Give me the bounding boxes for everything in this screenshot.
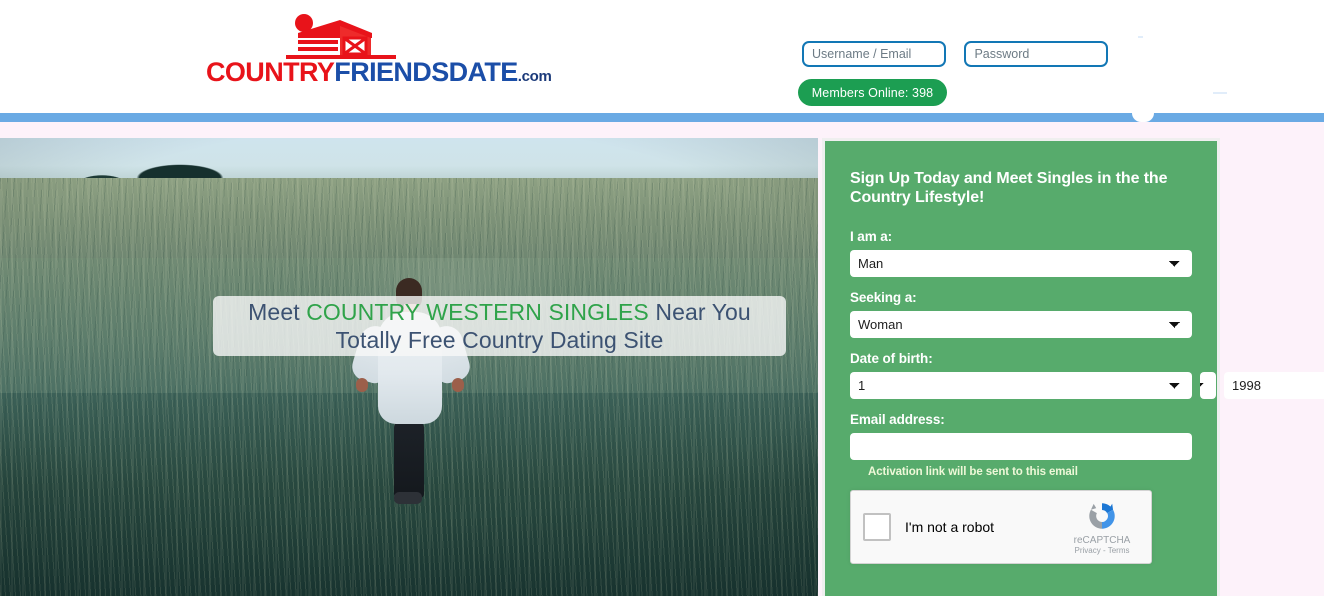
hero-photo <box>0 138 818 596</box>
logo-friendsdate-text: FRIENDSDATE <box>334 57 518 87</box>
date-of-birth-row: 1 January 1998 <box>850 372 1324 399</box>
logo-com-text: .com <box>517 68 552 85</box>
dob-year-select[interactable]: 1998 <box>1224 372 1324 399</box>
members-online-badge[interactable]: Members Online: 398 <box>798 79 947 106</box>
recaptcha-brand-text: reCAPTCHA <box>1073 535 1131 546</box>
recaptcha-checkbox[interactable] <box>863 513 891 541</box>
hero-headline-overlay: Meet COUNTRY WESTERN SINGLES Near You To… <box>213 296 786 356</box>
dob-month-select[interactable]: January <box>1200 372 1216 399</box>
email-input[interactable] <box>850 433 1192 460</box>
signup-title: Sign Up Today and Meet Singles in the th… <box>850 170 1168 206</box>
seeking-a-select[interactable]: Woman <box>850 311 1192 338</box>
hero-section: Meet COUNTRY WESTERN SINGLES Near You To… <box>0 138 818 596</box>
recaptcha-widget[interactable]: I'm not a robot reCAPTCHA Privacy - Term… <box>850 490 1152 564</box>
hero-headline-suffix: Near You <box>648 299 751 325</box>
login-row <box>802 41 1109 67</box>
i-am-a-label: I am a: <box>850 229 893 244</box>
i-am-a-select[interactable]: Man <box>850 250 1192 277</box>
hero-headline-emphasis: COUNTRY WESTERN SINGLES <box>306 299 649 325</box>
logo-wordmark: COUNTRYFRIENDSDATE.com <box>206 57 552 92</box>
hero-subheadline: Totally Free Country Dating Site <box>335 327 664 353</box>
header-divider-bar <box>0 113 1324 122</box>
members-online-label: Members Online: 398 <box>811 85 934 100</box>
recaptcha-label: I'm not a robot <box>905 519 995 535</box>
seeking-a-label: Seeking a: <box>850 290 917 305</box>
recaptcha-branding: reCAPTCHA Privacy - Terms <box>1062 499 1142 556</box>
signup-panel: Sign Up Today and Meet Singles in the th… <box>822 138 1324 596</box>
barn-logo-icon <box>286 14 396 59</box>
hero-headline: Meet COUNTRY WESTERN SINGLES Near You <box>248 298 751 326</box>
hero-vignette <box>0 138 818 596</box>
username-input[interactable] <box>802 41 946 67</box>
header-artifact-b <box>1213 92 1227 94</box>
site-header: COUNTRYFRIENDSDATE.com Members Online: 3… <box>0 0 1324 113</box>
recaptcha-icon <box>1089 503 1115 529</box>
dob-day-select[interactable]: 1 <box>850 372 1192 399</box>
recaptcha-links[interactable]: Privacy - Terms <box>1062 546 1142 556</box>
page-root: COUNTRYFRIENDSDATE.com Members Online: 3… <box>0 0 1324 596</box>
date-of-birth-label: Date of birth: <box>850 351 933 366</box>
email-activation-note: Activation link will be sent to this ema… <box>868 466 1078 478</box>
email-address-label: Email address: <box>850 412 945 427</box>
logo-country-text: COUNTRY <box>206 57 335 87</box>
hero-headline-prefix: Meet <box>248 299 307 325</box>
site-logo[interactable]: COUNTRYFRIENDSDATE.com <box>206 14 552 92</box>
password-input[interactable] <box>964 41 1109 67</box>
header-artifact-a <box>1138 36 1143 38</box>
